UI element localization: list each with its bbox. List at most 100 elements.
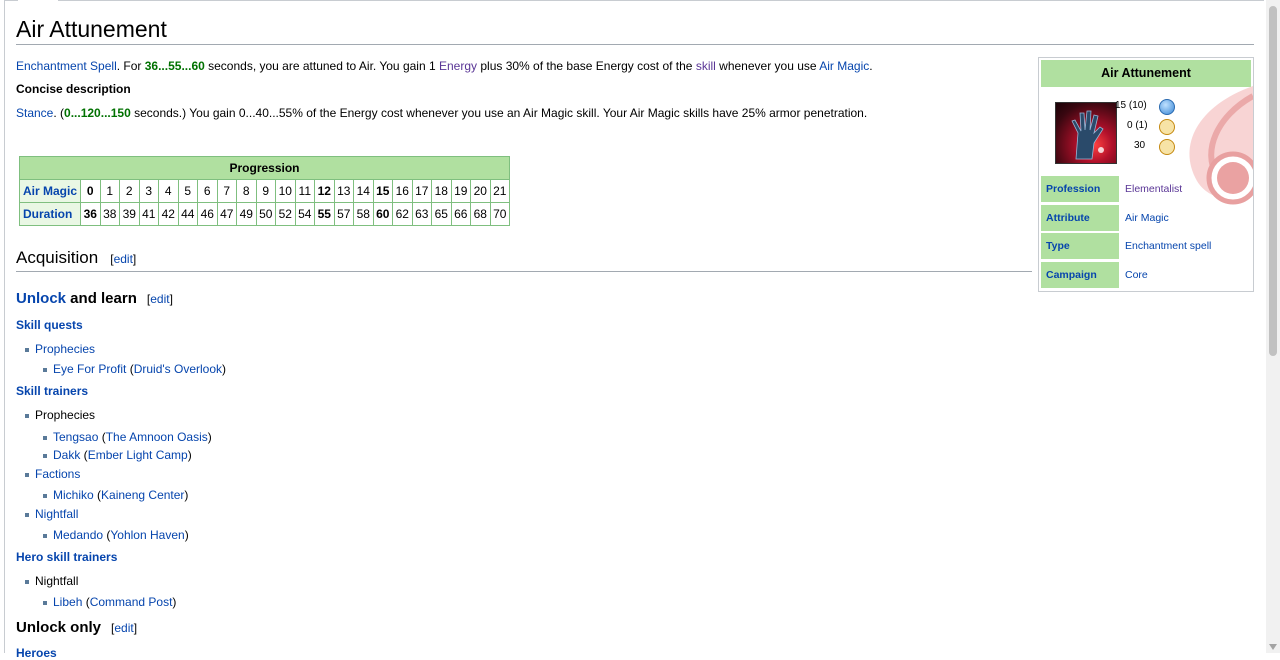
progression-cell: 4 (158, 179, 179, 203)
edit-link-unlock-learn[interactable]: edit (150, 292, 169, 306)
energy-cost: 15 (10) (1115, 100, 1147, 111)
list-item: Nightfall (24, 506, 78, 522)
progression-cell: 36 (80, 202, 101, 226)
progression-cell: 38 (99, 202, 121, 226)
list-item: Factions (24, 466, 80, 482)
type-value[interactable]: Enchantment spell (1125, 233, 1211, 259)
heroes-heading[interactable]: Heroes (16, 646, 57, 660)
progression-cell: 5 (177, 179, 199, 203)
michiko-link[interactable]: Michiko (53, 488, 94, 502)
section-divider (16, 271, 1032, 272)
progression-cell: 70 (489, 202, 511, 226)
unlock-link[interactable]: Unlock (16, 290, 66, 307)
list-item: Medando (Yohlon Haven) (43, 528, 189, 542)
progression-cell: 13 (333, 179, 355, 203)
progression-cell: 3 (138, 179, 160, 203)
eye-for-profit-link[interactable]: Eye For Profit (53, 362, 126, 376)
profession-value[interactable]: Elementalist (1125, 176, 1182, 202)
tengsao-link[interactable]: Tengsao (53, 430, 98, 444)
infobox-row-profession: Profession Elementalist (1041, 176, 1251, 202)
progression-cell: 41 (138, 202, 160, 226)
list-item: Nightfall (24, 574, 79, 588)
progression-cell: 52 (275, 202, 296, 226)
progression-cell: 50 (255, 202, 277, 226)
scrollbar-thumb[interactable] (1269, 6, 1277, 356)
progression-cell: 8 (236, 179, 257, 203)
page-title: Air Attunement (16, 14, 1254, 45)
progression-cell: 17 (411, 179, 433, 203)
list-item: Libeh (Command Post) (42, 595, 177, 609)
unlock-only-heading: Unlock only [edit] (16, 619, 138, 636)
enchantment-spell-link[interactable]: Enchantment Spell (16, 59, 117, 73)
edit-link-acquisition[interactable]: edit (114, 252, 133, 266)
duration-values: 36...55...60 (144, 59, 205, 73)
command-post-link[interactable]: Command Post (90, 595, 173, 609)
progression-cell: 21 (489, 179, 511, 203)
concise-heading: Concise description (16, 82, 131, 96)
yohlon-haven-link[interactable]: Yohlon Haven (110, 528, 184, 542)
prophecies-link[interactable]: Prophecies (35, 342, 95, 356)
progression-cell: 2 (119, 179, 140, 203)
air-magic-link[interactable]: Air Magic (819, 59, 869, 73)
progression-cell: 47 (216, 202, 238, 226)
edit-link-unlock-only[interactable]: edit (114, 621, 133, 635)
dakk-link[interactable]: Dakk (53, 448, 80, 462)
profession-label[interactable]: Profession (1041, 176, 1119, 202)
attribute-label[interactable]: Attribute (1041, 205, 1119, 231)
concise-description: Stance. (0...120...150 seconds.) You gai… (16, 106, 868, 120)
energy-icon (1159, 99, 1175, 115)
list-item: Eye For Profit (Druid's Overlook) (42, 362, 227, 376)
progression-cell: 10 (275, 179, 296, 203)
campaign-value[interactable]: Core (1125, 262, 1148, 288)
progression-row-attribute: Air Magic 0 1 2 3 4 5 6 7 8 9 10 11 12 13 14 15 16 17 18 19… (18, 179, 511, 203)
progression-cell: 42 (158, 202, 179, 226)
ember-light-camp-link[interactable]: Ember Light Camp (88, 448, 188, 462)
scroll-down-arrow-icon[interactable] (1269, 644, 1277, 650)
row-label-duration: Duration (18, 202, 82, 226)
list-item: Tengsao (The Amnoon Oasis) (43, 430, 212, 444)
druids-overlook-link[interactable]: Druid's Overlook (134, 362, 222, 376)
progression-cell: 54 (294, 202, 316, 226)
unlock-learn-heading: Unlock and learn [edit] (16, 290, 173, 307)
progression-cell: 14 (353, 179, 374, 203)
progression-cell: 12 (314, 179, 335, 203)
progression-cell: 63 (411, 202, 433, 226)
skill-trainers-heading[interactable]: Skill trainers (16, 384, 88, 398)
skill-link[interactable]: skill (696, 59, 716, 73)
skill-quests-heading[interactable]: Skill quests (16, 318, 83, 332)
amnoon-oasis-link[interactable]: The Amnoon Oasis (106, 430, 208, 444)
campaign-label[interactable]: Campaign (1041, 262, 1119, 288)
type-label[interactable]: Type (1041, 233, 1119, 259)
infobox-title: Air Attunement (1041, 60, 1251, 87)
progression-cell: 68 (470, 202, 491, 226)
progression-cell: 65 (431, 202, 452, 226)
progression-cell: 19 (450, 179, 472, 203)
nightfall-link[interactable]: Nightfall (35, 507, 78, 521)
medando-link[interactable]: Medando (53, 528, 103, 542)
activation-time: 0 (1) (1127, 120, 1148, 131)
progression-cell: 58 (353, 202, 374, 226)
energy-link[interactable]: Energy (439, 59, 477, 73)
hero-skill-trainers-heading[interactable]: Hero skill trainers (16, 550, 117, 564)
window-left-border (4, 0, 5, 653)
list-item: Dakk (Ember Light Camp) (43, 448, 192, 462)
factions-link[interactable]: Factions (35, 467, 80, 481)
progression-cell: 62 (392, 202, 413, 226)
kaineng-center-link[interactable]: Kaineng Center (101, 488, 184, 502)
progression-cell: 66 (450, 202, 472, 226)
libeh-link[interactable]: Libeh (53, 595, 82, 609)
infobox-row-campaign: Campaign Core (1041, 262, 1251, 288)
row-label-air-magic[interactable]: Air Magic (18, 179, 82, 203)
progression-row-duration: Duration 36 38 39 41 42 44 46 47 49 50 52 54 55 57 58 6… (18, 202, 511, 226)
air-attunement-skill-icon (1055, 102, 1117, 164)
progression-cell: 60 (372, 202, 394, 226)
progression-cell: 57 (333, 202, 355, 226)
tab-gap (18, 0, 58, 3)
attribute-value[interactable]: Air Magic (1125, 205, 1169, 231)
progression-cell: 16 (392, 179, 413, 203)
progression-cell: 18 (431, 179, 452, 203)
stance-link[interactable]: Stance (16, 106, 53, 120)
progression-cell: 6 (197, 179, 218, 203)
progression-cell: 46 (197, 202, 218, 226)
progression-cell: 1 (99, 179, 121, 203)
